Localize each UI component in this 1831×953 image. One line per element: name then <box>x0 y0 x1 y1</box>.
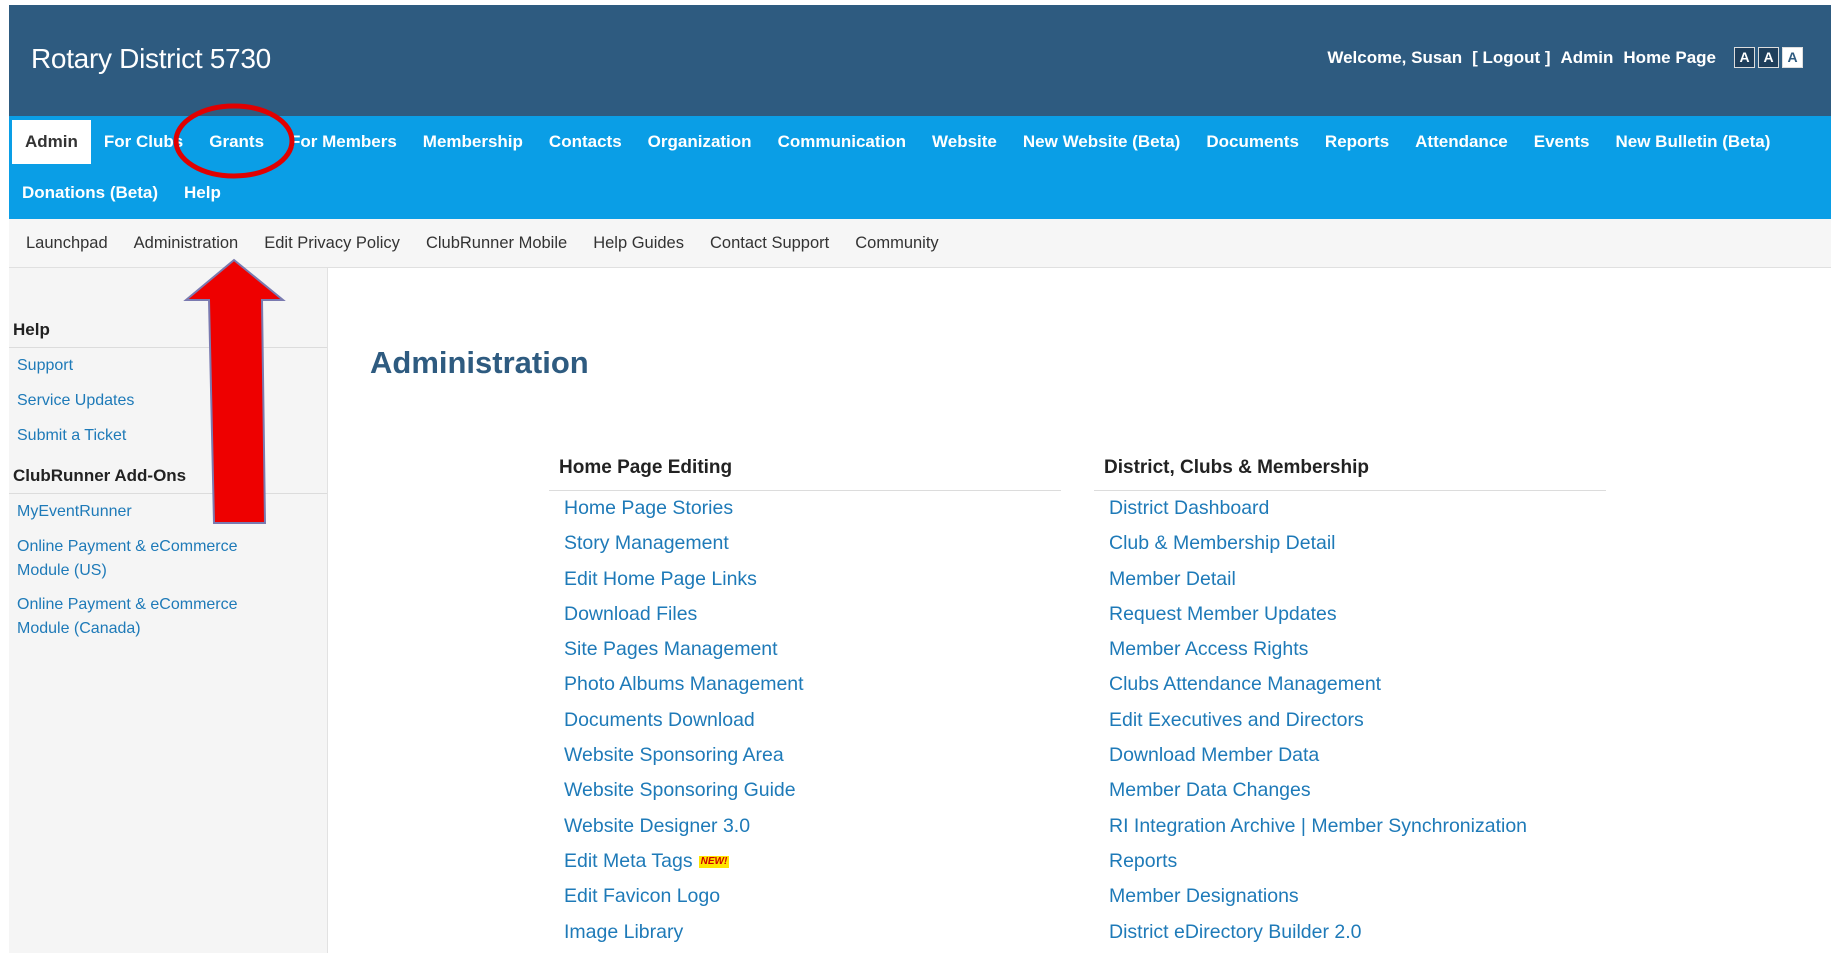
nav-events[interactable]: Events <box>1521 120 1603 164</box>
subnav-clubrunner-mobile[interactable]: ClubRunner Mobile <box>413 234 580 253</box>
nav-new-website-beta[interactable]: New Website (Beta) <box>1010 120 1193 164</box>
font-size-controls: A A A <box>1734 47 1803 68</box>
nav-membership[interactable]: Membership <box>410 120 536 164</box>
section-heading: District, Clubs & Membership <box>1094 450 1606 491</box>
home-page-editing-section: Home Page Editing Home Page Stories Stor… <box>549 450 1061 950</box>
link-image-library[interactable]: Image Library <box>549 915 1061 950</box>
link-member-access-rights[interactable]: Member Access Rights <box>1094 632 1606 667</box>
sidebar-link-submit-ticket[interactable]: Submit a Ticket <box>9 424 327 448</box>
link-website-sponsoring-guide[interactable]: Website Sponsoring Guide <box>549 773 1061 808</box>
link-download-member-data[interactable]: Download Member Data <box>1094 738 1606 773</box>
link-documents-download[interactable]: Documents Download <box>549 703 1061 738</box>
link-story-management[interactable]: Story Management <box>549 526 1061 561</box>
link-edit-meta-tags[interactable]: Edit Meta Tags <box>564 850 693 872</box>
link-home-page-stories[interactable]: Home Page Stories <box>549 491 1061 526</box>
link-member-detail[interactable]: Member Detail <box>1094 562 1606 597</box>
new-badge: NEW! <box>698 855 730 868</box>
link-district-dashboard[interactable]: District Dashboard <box>1094 491 1606 526</box>
subnav-edit-privacy-policy[interactable]: Edit Privacy Policy <box>251 234 413 253</box>
logout-link[interactable]: [ Logout ] <box>1472 48 1550 68</box>
sidebar: Help Support Service Updates Submit a Ti… <box>9 268 328 953</box>
subnav-help-guides[interactable]: Help Guides <box>580 234 697 253</box>
nav-help[interactable]: Help <box>171 171 234 215</box>
site-title[interactable]: Rotary District 5730 <box>31 43 271 75</box>
link-website-designer[interactable]: Website Designer 3.0 <box>549 809 1061 844</box>
link-photo-albums-management[interactable]: Photo Albums Management <box>549 667 1061 702</box>
sidebar-link-myeventrunner[interactable]: MyEventRunner <box>9 500 327 524</box>
nav-attendance[interactable]: Attendance <box>1402 120 1521 164</box>
sidebar-help-heading: Help <box>9 313 327 348</box>
nav-contacts[interactable]: Contacts <box>536 120 635 164</box>
subnav-administration[interactable]: Administration <box>121 234 252 253</box>
user-bar: Welcome, Susan [ Logout ] Admin Home Pag… <box>1327 47 1803 68</box>
subnav-launchpad[interactable]: Launchpad <box>9 234 121 253</box>
link-edit-executives-directors[interactable]: Edit Executives and Directors <box>1094 703 1606 738</box>
link-ri-integration-archive[interactable]: RI Integration Archive | Member Synchron… <box>1094 809 1606 844</box>
section-heading: Home Page Editing <box>549 450 1061 491</box>
link-club-membership-detail[interactable]: Club & Membership Detail <box>1094 526 1606 561</box>
nav-donations-beta[interactable]: Donations (Beta) <box>9 171 171 215</box>
subnav-contact-support[interactable]: Contact Support <box>697 234 842 253</box>
link-edit-meta-tags-row: Edit Meta Tags NEW! <box>549 844 1061 879</box>
nav-for-clubs[interactable]: For Clubs <box>91 120 196 164</box>
page-frame: Rotary District 5730 Welcome, Susan [ Lo… <box>9 5 1831 953</box>
page-title: Administration <box>370 345 589 380</box>
nav-grants[interactable]: Grants <box>196 120 277 164</box>
district-clubs-membership-section: District, Clubs & Membership District Da… <box>1094 450 1606 950</box>
main-nav: Admin For Clubs Grants For Members Membe… <box>9 116 1831 219</box>
subnav-community[interactable]: Community <box>842 234 951 253</box>
nav-documents[interactable]: Documents <box>1193 120 1312 164</box>
nav-admin[interactable]: Admin <box>12 120 91 164</box>
link-edit-favicon-logo[interactable]: Edit Favicon Logo <box>549 879 1061 914</box>
link-website-sponsoring-area[interactable]: Website Sponsoring Area <box>549 738 1061 773</box>
admin-link[interactable]: Admin <box>1561 48 1614 68</box>
link-district-edirectory-builder[interactable]: District eDirectory Builder 2.0 <box>1094 915 1606 950</box>
sub-nav: Launchpad Administration Edit Privacy Po… <box>9 219 1831 268</box>
link-request-member-updates[interactable]: Request Member Updates <box>1094 597 1606 632</box>
sidebar-link-service-updates[interactable]: Service Updates <box>9 389 327 413</box>
sidebar-link-payment-us[interactable]: Online Payment & eCommerce Module (US) <box>9 535 265 583</box>
sidebar-link-support[interactable]: Support <box>9 354 327 378</box>
link-site-pages-management[interactable]: Site Pages Management <box>549 632 1061 667</box>
home-page-link[interactable]: Home Page <box>1623 48 1716 68</box>
font-medium-icon[interactable]: A <box>1758 47 1779 68</box>
link-edit-home-page-links[interactable]: Edit Home Page Links <box>549 562 1061 597</box>
link-clubs-attendance-management[interactable]: Clubs Attendance Management <box>1094 667 1606 702</box>
nav-for-members[interactable]: For Members <box>277 120 410 164</box>
nav-website[interactable]: Website <box>919 120 1010 164</box>
nav-new-bulletin-beta[interactable]: New Bulletin (Beta) <box>1602 120 1783 164</box>
nav-organization[interactable]: Organization <box>635 120 765 164</box>
link-member-data-changes[interactable]: Member Data Changes <box>1094 773 1606 808</box>
nav-reports[interactable]: Reports <box>1312 120 1402 164</box>
main-nav-row-1: Admin For Clubs Grants For Members Membe… <box>9 120 1783 164</box>
link-member-designations[interactable]: Member Designations <box>1094 879 1606 914</box>
main-nav-row-2: Donations (Beta) Help <box>9 171 234 215</box>
font-large-icon[interactable]: A <box>1782 47 1803 68</box>
welcome-text: Welcome, Susan <box>1327 47 1463 67</box>
nav-communication[interactable]: Communication <box>765 120 919 164</box>
link-download-files[interactable]: Download Files <box>549 597 1061 632</box>
sidebar-link-payment-canada[interactable]: Online Payment & eCommerce Module (Canad… <box>9 593 265 641</box>
link-reports[interactable]: Reports <box>1094 844 1606 879</box>
font-small-icon[interactable]: A <box>1734 47 1755 68</box>
site-header: Rotary District 5730 Welcome, Susan [ Lo… <box>9 5 1831 116</box>
sidebar-addons-heading: ClubRunner Add-Ons <box>9 459 327 494</box>
